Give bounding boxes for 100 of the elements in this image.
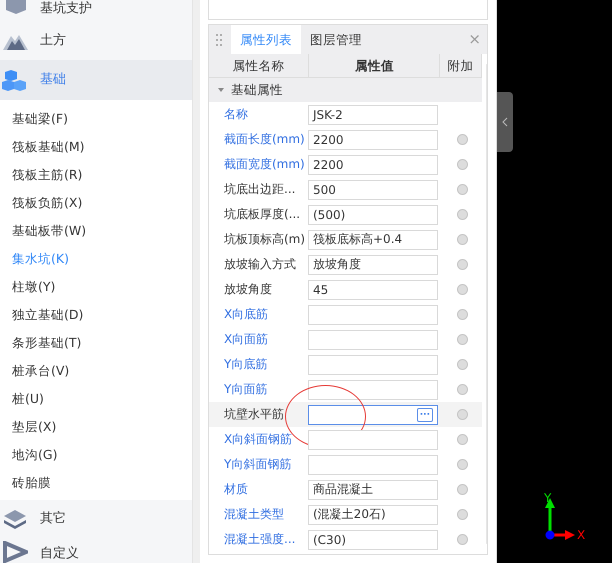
category-item[interactable]: 自定义 <box>0 539 192 563</box>
property-row[interactable]: 坑板顶标高(m) 筏板底标高+0.4 <box>209 227 482 252</box>
property-row[interactable]: 放坡角度 45 <box>209 277 482 302</box>
value-field[interactable]: 2200 <box>308 154 438 174</box>
value-field[interactable] <box>308 430 438 450</box>
property-name: Y向斜面钢筋 <box>223 456 292 473</box>
property-row[interactable]: 混凝土类型 (混凝土20石) <box>209 502 482 527</box>
attach-radio[interactable] <box>456 134 468 145</box>
sidebar-item[interactable]: 筏板负筋(X) <box>0 188 192 217</box>
value-field[interactable] <box>308 454 438 474</box>
sidebar-item[interactable]: 筏板主筋(R) <box>0 160 192 189</box>
value-field[interactable]: 放坡角度 <box>308 254 438 274</box>
value-field[interactable]: JSK-2 <box>308 104 438 124</box>
property-name: 截面长度(mm) <box>223 131 306 148</box>
property-row[interactable]: X向面筋 <box>209 327 482 352</box>
sidebar-item[interactable]: 独立基础(D) <box>0 300 192 329</box>
property-name: 坑壁水平筋 <box>223 406 285 423</box>
value-field[interactable]: (500) <box>308 204 438 224</box>
sidebar-item[interactable]: 垫层(X) <box>0 412 192 441</box>
attach-radio[interactable] <box>456 359 468 370</box>
value-field[interactable] <box>308 304 438 324</box>
value-field[interactable]: 45 <box>308 280 438 300</box>
property-row[interactable]: 坑底板厚度(... (500) <box>209 202 482 227</box>
category-item[interactable]: 基坑支护 <box>0 0 192 22</box>
value-field[interactable]: ··· <box>308 404 438 424</box>
sidebar-item[interactable]: 筏板基础(M) <box>0 132 192 161</box>
value-field[interactable]: 筏板底标高+0.4 <box>308 230 438 250</box>
property-name: 名称 <box>223 106 249 123</box>
sidebar-item[interactable]: 基础梁(F) <box>0 104 192 133</box>
caret-icon <box>217 86 225 94</box>
triangle-icon <box>2 541 28 563</box>
value-field[interactable] <box>308 354 438 374</box>
tab[interactable]: 属性列表 <box>231 25 301 54</box>
property-row[interactable]: 坑壁水平筋 ··· <box>209 402 482 427</box>
property-row[interactable]: Y向面筋 <box>209 377 482 402</box>
property-name: 坑底出边距... <box>223 181 296 198</box>
sidebar-item[interactable]: 柱墩(Y) <box>0 272 192 301</box>
axis-label: Y <box>544 491 552 505</box>
layers-icon <box>2 508 28 530</box>
column-header[interactable]: 属性名称 <box>209 54 310 77</box>
value-field[interactable]: (C30) <box>308 530 438 550</box>
property-row[interactable]: 名称 JSK-2 <box>209 102 482 127</box>
category-item[interactable]: 其它 <box>0 500 192 540</box>
sidebar-item[interactable]: 地沟(G) <box>0 440 192 469</box>
property-name: Y向底筋 <box>223 356 268 373</box>
property-name: 坑底板厚度(... <box>223 206 302 223</box>
attach-radio[interactable] <box>456 409 468 420</box>
cubes-icon <box>2 69 28 92</box>
value-field[interactable]: 商品混凝土 <box>308 480 438 500</box>
sidebar-item[interactable]: 条形基础(T) <box>0 328 192 357</box>
property-name: 放坡角度 <box>223 281 273 298</box>
property-row[interactable]: 材质 商品混凝土 <box>209 477 482 502</box>
sidebar-item[interactable]: 基础板带(W) <box>0 216 192 245</box>
chevron-left-icon <box>502 117 508 127</box>
tab[interactable]: 图层管理 <box>301 25 371 54</box>
collapse-tab[interactable] <box>497 92 513 152</box>
property-name: 混凝土类型 <box>223 506 285 523</box>
property-name: Y向面筋 <box>223 381 268 398</box>
attach-radio[interactable] <box>456 184 468 195</box>
property-row[interactable]: 放坡输入方式 放坡角度 <box>209 252 482 277</box>
attach-radio[interactable] <box>456 534 468 545</box>
property-row[interactable]: Y向斜面钢筋 <box>209 452 482 477</box>
attach-radio[interactable] <box>456 234 468 245</box>
sidebar-item[interactable]: 桩承台(V) <box>0 356 192 385</box>
attach-radio[interactable] <box>456 434 468 445</box>
property-row[interactable]: X向底筋 <box>209 302 482 327</box>
attach-radio[interactable] <box>456 259 468 270</box>
attach-radio[interactable] <box>456 484 468 495</box>
sidebar-item[interactable]: 集水坑(K) <box>0 244 192 273</box>
category-item[interactable]: 土方 <box>0 21 192 60</box>
sidebar-item[interactable]: 桩(U) <box>0 384 192 413</box>
property-name: X向斜面钢筋 <box>223 431 294 448</box>
property-row[interactable]: Y向底筋 <box>209 352 482 377</box>
property-row[interactable]: 坑底出边距... 500 <box>209 177 482 202</box>
attach-radio[interactable] <box>456 309 468 320</box>
column-header[interactable]: 属性值 <box>309 54 440 77</box>
value-field[interactable]: (混凝土20石) <box>308 504 438 524</box>
attach-radio[interactable] <box>456 284 468 295</box>
attach-radio[interactable] <box>456 384 468 395</box>
attach-radio[interactable] <box>456 509 468 520</box>
value-field[interactable]: 2200 <box>308 130 438 150</box>
attach-radio[interactable] <box>456 159 468 170</box>
more-button[interactable]: ··· <box>416 408 433 422</box>
property-name: 放坡输入方式 <box>223 256 297 273</box>
attach-radio[interactable] <box>456 334 468 345</box>
attach-radio[interactable] <box>456 459 468 470</box>
property-name: 混凝土强度... <box>223 531 296 548</box>
group-row[interactable]: 基础属性 <box>209 78 482 102</box>
property-name: 材质 <box>223 481 249 498</box>
property-row[interactable]: 截面宽度(mm) 2200 <box>209 152 482 177</box>
value-field[interactable] <box>308 330 438 350</box>
group-label: 基础属性 <box>231 82 283 98</box>
property-row[interactable]: X向斜面钢筋 <box>209 427 482 452</box>
column-header[interactable]: 附加 <box>440 54 482 77</box>
value-field[interactable]: 500 <box>308 180 438 200</box>
value-field[interactable] <box>308 380 438 400</box>
attach-radio[interactable] <box>456 209 468 220</box>
property-row[interactable]: 混凝土强度... (C30) <box>209 527 482 552</box>
property-row[interactable]: 截面长度(mm) 2200 <box>209 127 482 152</box>
sidebar-item[interactable]: 砖胎膜 <box>0 468 192 497</box>
